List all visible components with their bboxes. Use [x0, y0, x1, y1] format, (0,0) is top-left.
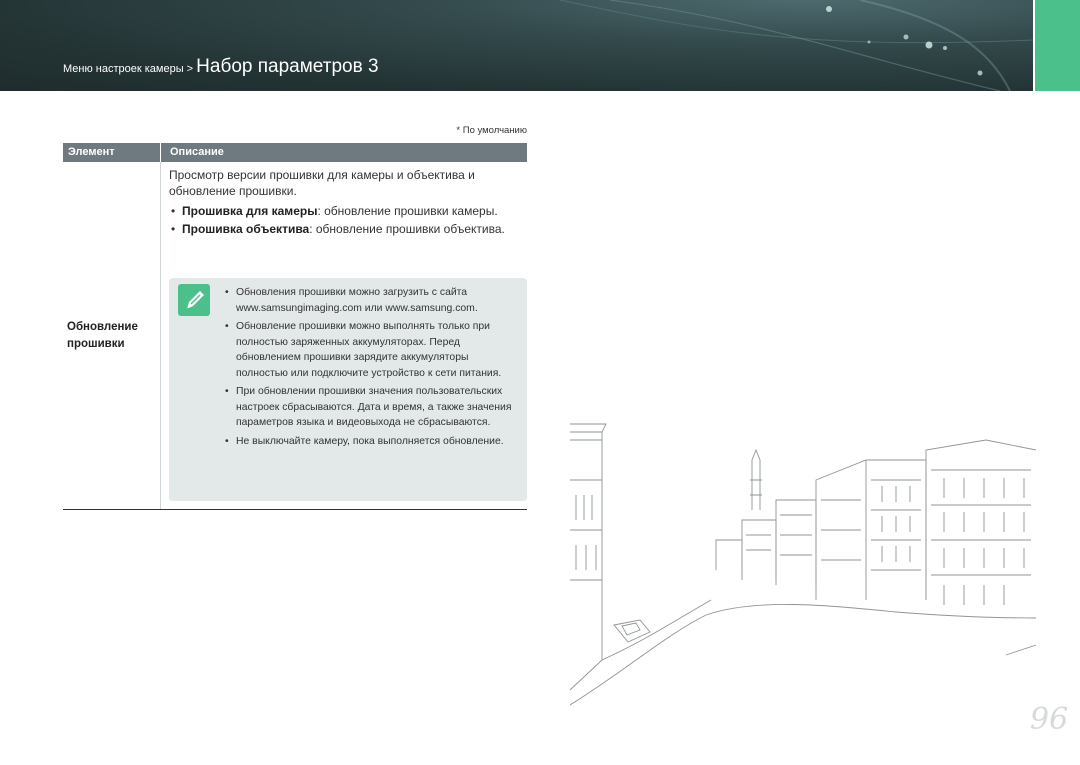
element-name-line1: Обновление — [67, 321, 138, 333]
bullet-text: : обновление прошивки камеры. — [317, 204, 498, 218]
note-item: При обновлении прошивки значения пользов… — [223, 384, 519, 431]
table-bottom-rule — [63, 509, 527, 510]
city-illustration — [569, 423, 1036, 706]
column-header-description: Описание — [170, 146, 224, 158]
breadcrumb-parent[interactable]: Меню настроек камеры — [63, 63, 184, 75]
bullet-text: : обновление прошивки объектива. — [309, 222, 505, 236]
bullet-term: Прошивка для камеры — [182, 204, 318, 218]
element-name: Обновление прошивки — [67, 319, 138, 353]
breadcrumb: Меню настроек камеры > Набор параметров … — [63, 56, 379, 78]
header-banner: Меню настроек камеры > Набор параметров … — [0, 0, 1033, 91]
column-divider — [160, 162, 161, 509]
column-separator — [160, 143, 161, 162]
table-header: Элемент Описание — [63, 143, 527, 162]
column-header-element: Элемент — [68, 146, 115, 158]
element-name-line2: прошивки — [67, 338, 125, 350]
description-intro: Просмотр версии прошивки для камеры и об… — [169, 168, 475, 198]
default-note: * По умолчанию — [456, 125, 527, 136]
note-item: Не выключайте камеру, пока выполняется о… — [223, 434, 519, 450]
description-bullets: Прошивка для камеры: обновление прошивки… — [169, 203, 524, 237]
breadcrumb-separator: > — [183, 63, 197, 75]
pencil-note-icon — [178, 284, 210, 316]
note-box: Обновления прошивки можно загрузить с са… — [169, 278, 527, 501]
bullet-term: Прошивка объектива — [182, 222, 310, 236]
note-item: Обновление прошивки можно выполнять толь… — [223, 319, 519, 381]
bullet-camera-firmware: Прошивка для камеры: обновление прошивки… — [169, 203, 524, 219]
page-title: Набор параметров 3 — [196, 56, 379, 77]
section-tab — [1035, 0, 1080, 91]
description-cell: Просмотр версии прошивки для камеры и об… — [169, 167, 524, 239]
bullet-lens-firmware: Прошивка объектива: обновление прошивки … — [169, 221, 524, 237]
note-list: Обновления прошивки можно загрузить с са… — [223, 285, 519, 452]
note-item: Обновления прошивки можно загрузить с са… — [223, 285, 519, 316]
page-number: 96 — [1030, 702, 1069, 737]
